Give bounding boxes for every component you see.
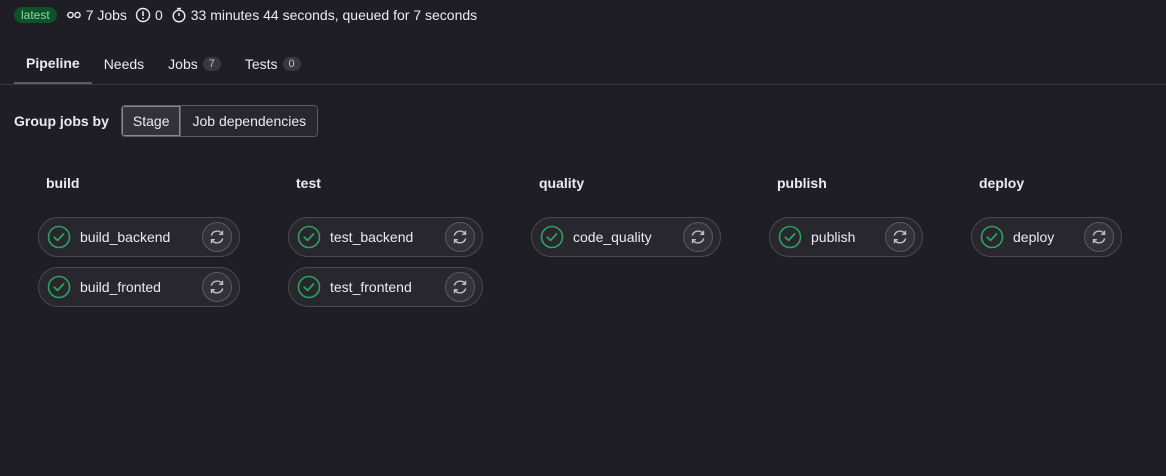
jobs-count-text: 7 Jobs [85, 7, 127, 23]
check-circle-icon [297, 275, 321, 299]
stage-title: test [296, 175, 321, 191]
tab-count-badge: 7 [202, 57, 221, 71]
stage-title: build [46, 175, 80, 191]
check-circle-icon [980, 225, 1004, 249]
stage-jobs: code_quality [531, 217, 721, 257]
job-test-backend[interactable]: test_backend [288, 217, 483, 257]
check-circle-icon [778, 225, 802, 249]
check-circle-icon [540, 225, 564, 249]
tab-label: Jobs [168, 56, 198, 72]
check-circle-icon [47, 225, 71, 249]
group-jobs-control: Group jobs by Stage Job dependencies [14, 105, 319, 137]
timer-icon [172, 7, 186, 23]
pipeline-tabs: Pipeline Needs Jobs 7 Tests 0 [14, 44, 1166, 84]
tab-label: Tests [244, 56, 278, 72]
retry-icon[interactable] [445, 222, 475, 252]
stage-publish: publish publish [769, 174, 923, 267]
tab-needs[interactable]: Needs [92, 44, 156, 84]
retry-icon[interactable] [1084, 222, 1114, 252]
warnings-count: 0 [135, 7, 163, 23]
warnings-count-text: 0 [154, 7, 163, 23]
job-build-backend[interactable]: build_backend [38, 217, 240, 257]
stage-title: quality [539, 175, 585, 191]
job-test-frontend[interactable]: test_frontend [288, 267, 483, 307]
latest-badge: latest [14, 7, 57, 23]
tab-jobs[interactable]: Jobs 7 [156, 44, 233, 84]
retry-icon[interactable] [202, 272, 232, 302]
retry-icon[interactable] [445, 272, 475, 302]
stage-jobs: deploy [971, 217, 1122, 257]
job-deploy[interactable]: deploy [971, 217, 1122, 257]
job-name: build_fronted [80, 279, 161, 295]
group-by-dependencies-button[interactable]: Job dependencies [180, 106, 318, 136]
retry-icon[interactable] [202, 222, 232, 252]
tab-tests[interactable]: Tests 0 [233, 44, 313, 84]
stage-title: deploy [979, 175, 1025, 191]
retry-icon[interactable] [885, 222, 915, 252]
stage-jobs: test_backend test_frontend [288, 217, 483, 307]
group-jobs-toggle: Stage Job dependencies [120, 105, 319, 137]
job-build-fronted[interactable]: build_fronted [38, 267, 240, 307]
pipeline-icon [66, 11, 81, 19]
stage-test: test test_backend test_frontend [288, 174, 483, 317]
check-circle-icon [297, 225, 321, 249]
job-publish[interactable]: publish [769, 217, 923, 257]
stage-quality: quality code_quality [531, 174, 721, 267]
job-name: code_quality [573, 229, 652, 245]
stage-title: publish [777, 175, 827, 191]
job-code-quality[interactable]: code_quality [531, 217, 721, 257]
job-name: test_backend [330, 229, 414, 245]
duration-text: 33 minutes 44 seconds, queued for 7 seco… [190, 7, 478, 23]
tab-label: Needs [103, 56, 145, 72]
pipeline-meta: latest 7 Jobs 0 33 minutes 44 seconds, q… [14, 4, 485, 26]
tab-count-badge: 0 [282, 57, 301, 71]
stage-deploy: deploy deploy [971, 174, 1122, 267]
retry-icon[interactable] [683, 222, 713, 252]
duration: 33 minutes 44 seconds, queued for 7 seco… [171, 7, 477, 23]
warning-icon [135, 7, 151, 23]
check-circle-icon [47, 275, 71, 299]
job-name: build_backend [80, 229, 171, 245]
job-name: test_frontend [330, 279, 412, 295]
stage-jobs: publish [769, 217, 923, 257]
stage-jobs: build_backend build_fronted [38, 217, 240, 307]
tab-pipeline[interactable]: Pipeline [14, 44, 92, 84]
stage-build: build build_backend build_fronted [38, 174, 240, 317]
jobs-count: 7 Jobs [66, 7, 127, 23]
tab-label: Pipeline [26, 55, 80, 71]
group-jobs-label: Group jobs by [14, 113, 109, 129]
job-name: deploy [1013, 229, 1055, 245]
tabs-divider [0, 84, 1166, 85]
job-name: publish [811, 229, 856, 245]
group-by-stage-button[interactable]: Stage [121, 106, 181, 136]
